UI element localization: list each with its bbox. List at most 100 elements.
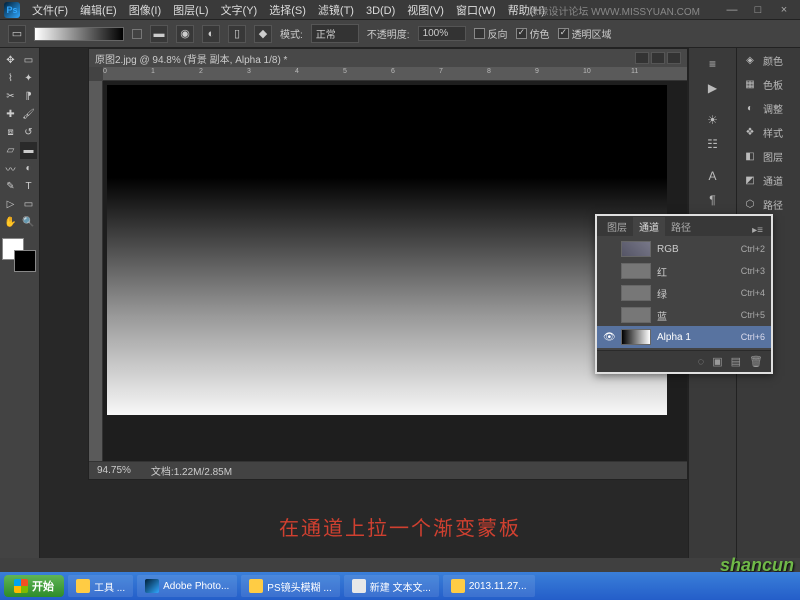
dodge-tool[interactable]: ◐: [20, 160, 37, 177]
path-select-tool[interactable]: ▷: [2, 196, 19, 213]
dither-checkbox[interactable]: 仿色: [516, 26, 550, 41]
channel-shortcut: Ctrl+4: [741, 288, 765, 298]
properties-icon[interactable]: ☷: [703, 134, 723, 154]
opacity-label: 不透明度:: [367, 26, 410, 41]
delete-channel-icon[interactable]: 🗑: [749, 355, 763, 368]
minimize-icon[interactable]: —: [720, 2, 744, 18]
tab-channels[interactable]: 通道: [633, 217, 665, 236]
taskbar-item[interactable]: 工具 ...: [68, 575, 133, 597]
menu-item[interactable]: 图像(I): [123, 5, 167, 17]
close-icon[interactable]: ×: [772, 2, 796, 18]
type-tool[interactable]: T: [20, 178, 37, 195]
maximize-icon[interactable]: □: [746, 2, 770, 18]
side-panel-item[interactable]: ◧图层: [737, 144, 800, 168]
menu-item[interactable]: 文字(Y): [215, 5, 264, 17]
ruler-horizontal[interactable]: 01234567891011: [103, 67, 687, 81]
doc-maximize-icon[interactable]: [651, 52, 665, 64]
windows-logo-icon: [14, 579, 28, 593]
shape-tool[interactable]: ▭: [20, 196, 37, 213]
taskbar-item[interactable]: PS镜头模糊 ...: [241, 575, 339, 597]
zoom-level[interactable]: 94.75%: [97, 465, 131, 476]
eraser-tool[interactable]: ▱: [2, 142, 19, 159]
menu-item[interactable]: 文件(F): [26, 5, 74, 17]
menu-item[interactable]: 图层(L): [167, 5, 214, 17]
eyedropper-tool[interactable]: ⁋: [20, 88, 37, 105]
channel-row[interactable]: 👁Alpha 1Ctrl+6: [597, 326, 771, 348]
zoom-tool[interactable]: 🔍: [20, 214, 37, 231]
channel-row[interactable]: 红 Ctrl+3: [597, 260, 771, 282]
angle-gradient-icon[interactable]: ◐: [202, 25, 220, 43]
tab-paths[interactable]: 路径: [665, 217, 697, 236]
doc-minimize-icon[interactable]: [635, 52, 649, 64]
channel-thumbnail: [621, 329, 651, 345]
menu-item[interactable]: 3D(D): [360, 5, 401, 17]
menu-item[interactable]: 窗口(W): [450, 5, 502, 17]
gradient-tool[interactable]: ▬: [20, 142, 37, 159]
blur-tool[interactable]: 〰: [2, 160, 19, 177]
pen-tool[interactable]: ✎: [2, 178, 19, 195]
reflected-gradient-icon[interactable]: ▯: [228, 25, 246, 43]
new-channel-icon[interactable]: ▤: [731, 355, 741, 368]
history-icon[interactable]: ≡: [703, 54, 723, 74]
stamp-tool[interactable]: ⧈: [2, 124, 19, 141]
load-selection-icon[interactable]: ◌: [698, 356, 705, 368]
character-icon[interactable]: A: [703, 166, 723, 186]
side-panel-item[interactable]: ◐调整: [737, 96, 800, 120]
channel-row[interactable]: 蓝Ctrl+5: [597, 304, 771, 326]
brightness-icon[interactable]: ☀: [703, 110, 723, 130]
side-panel-item[interactable]: ⬡路径: [737, 192, 800, 216]
taskbar-item[interactable]: 2013.11.27...: [443, 575, 535, 597]
menu-item[interactable]: 滤镜(T): [312, 5, 360, 17]
channel-shortcut: Ctrl+3: [741, 266, 765, 276]
gradient-dropdown-icon[interactable]: [132, 29, 142, 39]
gradient-preview[interactable]: [34, 27, 124, 41]
channel-thumbnail: [621, 263, 651, 279]
panel-menu-icon[interactable]: ▸≡: [748, 225, 767, 236]
heal-tool[interactable]: ✚: [2, 106, 19, 123]
color-swatches[interactable]: [2, 238, 36, 272]
channel-shortcut: Ctrl+2: [741, 244, 765, 254]
transparency-checkbox[interactable]: 透明区域: [558, 26, 612, 41]
taskbar-item[interactable]: 新建 文本文...: [344, 575, 439, 597]
side-panel-item[interactable]: ▦色板: [737, 72, 800, 96]
reverse-checkbox[interactable]: 反向: [474, 26, 508, 41]
panel-icon: ◩: [741, 171, 759, 189]
channel-row[interactable]: RGBCtrl+2: [597, 238, 771, 260]
menu-item[interactable]: 视图(V): [401, 5, 450, 17]
document-titlebar[interactable]: 原图2.jpg @ 94.8% (背景 副本, Alpha 1/8) *: [89, 49, 687, 67]
panel-icon: ❖: [741, 123, 759, 141]
marquee-tool[interactable]: ▭: [20, 52, 37, 69]
channel-name: 红: [657, 264, 735, 279]
visibility-icon[interactable]: 👁: [603, 332, 615, 343]
tool-preset-icon[interactable]: ▭: [8, 25, 26, 43]
menu-item[interactable]: 选择(S): [263, 5, 312, 17]
crop-tool[interactable]: ✂: [2, 88, 19, 105]
radial-gradient-icon[interactable]: ◉: [176, 25, 194, 43]
background-swatch[interactable]: [14, 250, 36, 272]
wand-tool[interactable]: ✦: [20, 70, 37, 87]
history-brush-tool[interactable]: ↺: [20, 124, 37, 141]
linear-gradient-icon[interactable]: ▬: [150, 25, 168, 43]
menu-item[interactable]: 编辑(E): [74, 5, 123, 17]
opacity-input[interactable]: 100%: [418, 26, 466, 41]
lasso-tool[interactable]: ⌇: [2, 70, 19, 87]
doc-close-icon[interactable]: [667, 52, 681, 64]
taskbar-item[interactable]: Adobe Photo...: [137, 575, 237, 597]
diamond-gradient-icon[interactable]: ◆: [254, 25, 272, 43]
move-tool[interactable]: ✥: [2, 52, 19, 69]
side-panel-item[interactable]: ❖样式: [737, 120, 800, 144]
mode-select[interactable]: 正常: [311, 24, 359, 43]
paragraph-icon[interactable]: ¶: [703, 190, 723, 210]
brush-tool[interactable]: 🖌: [20, 106, 37, 123]
hand-tool[interactable]: ✋: [2, 214, 19, 231]
channel-row[interactable]: 绿Ctrl+4: [597, 282, 771, 304]
side-panel-item[interactable]: ◩通道: [737, 168, 800, 192]
tab-layers[interactable]: 图层: [601, 217, 633, 236]
side-panel-item[interactable]: ◈颜色: [737, 48, 800, 72]
save-selection-icon[interactable]: ▣: [712, 355, 722, 368]
play-icon[interactable]: ▶: [703, 78, 723, 98]
watermark-text: 思缘设计论坛 WWW.MISSYUAN.COM: [528, 3, 700, 18]
panel-tabs: 图层 通道 路径 ▸≡: [597, 216, 771, 236]
start-button[interactable]: 开始: [4, 575, 64, 597]
ruler-vertical[interactable]: [89, 81, 103, 461]
